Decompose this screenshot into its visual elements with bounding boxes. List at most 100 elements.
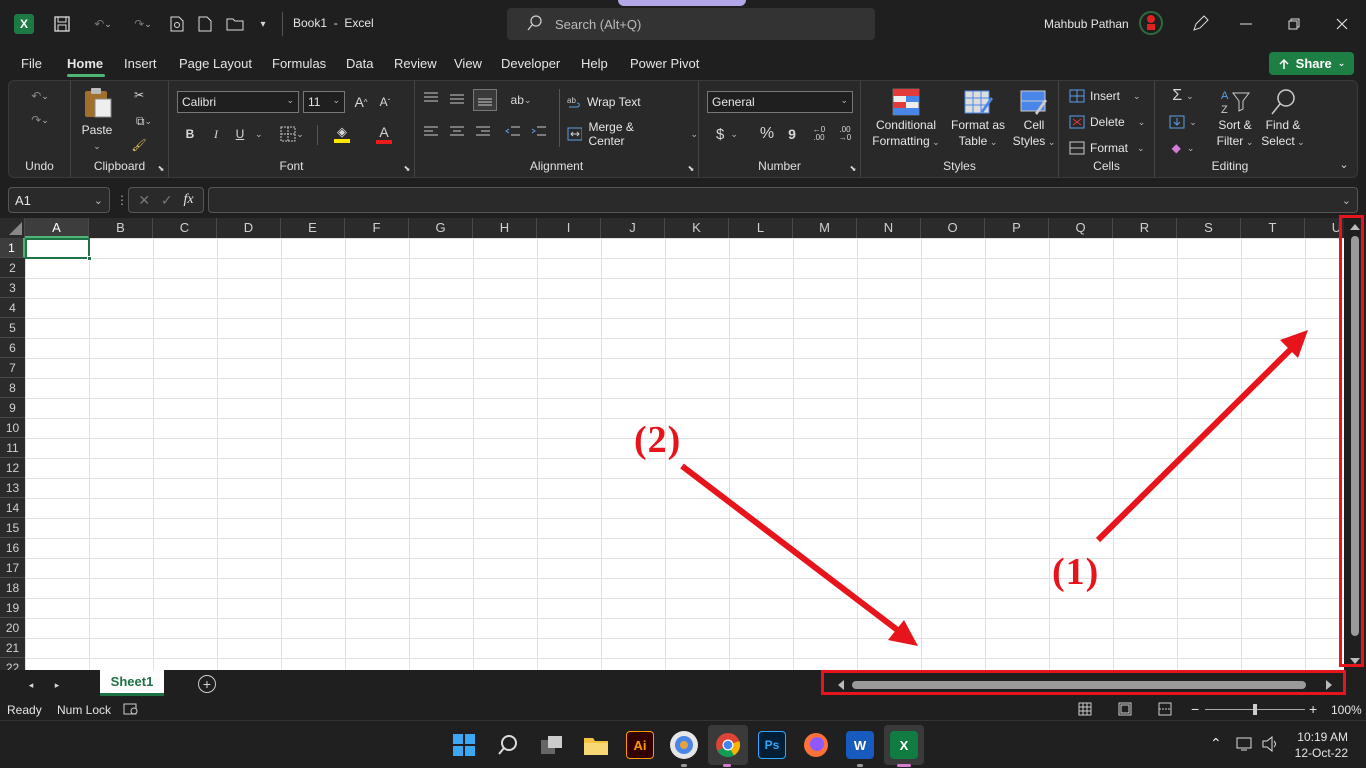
file-explorer-icon[interactable] bbox=[582, 731, 610, 759]
decrease-decimal-icon[interactable]: .00 →0 bbox=[835, 125, 855, 143]
decrease-font-icon[interactable]: Aˇ bbox=[375, 93, 395, 111]
tab-file[interactable]: File bbox=[21, 56, 42, 71]
increase-indent-icon[interactable] bbox=[531, 125, 551, 143]
worksheet-grid[interactable]: ABCDEFGHIJKLMNOPQRSTU 1 2 3 4 5 6 7 8 9 10 11 12 13 1… bbox=[0, 218, 1366, 670]
page-break-view-icon[interactable] bbox=[1158, 702, 1172, 719]
format-cells-button[interactable]: Format ⌄ bbox=[1069, 139, 1145, 157]
formula-bar-grip[interactable]: ⋮ bbox=[116, 193, 128, 207]
search-box[interactable]: Search (Alt+Q) bbox=[507, 8, 875, 40]
zoom-slider[interactable] bbox=[1205, 704, 1305, 715]
tab-help[interactable]: Help bbox=[581, 56, 608, 71]
align-top-icon[interactable] bbox=[423, 91, 443, 109]
alignment-launcher-icon[interactable]: ⬊ bbox=[686, 163, 696, 173]
tab-insert[interactable]: Insert bbox=[124, 56, 157, 71]
sort-filter-button[interactable]: AZ Sort & Filter ⌄ bbox=[1211, 87, 1259, 151]
undo-icon[interactable]: ↶ ⌄ bbox=[88, 14, 118, 34]
normal-view-icon[interactable] bbox=[1078, 702, 1092, 719]
align-center-icon[interactable] bbox=[449, 125, 469, 143]
clipboard-launcher-icon[interactable]: ⬊ bbox=[156, 163, 166, 173]
format-as-table-button[interactable]: Format as Table ⌄ bbox=[949, 87, 1007, 151]
formula-input[interactable]: ⌄ bbox=[208, 187, 1358, 213]
underline-button[interactable]: U bbox=[231, 125, 249, 143]
photo-app-icon[interactable] bbox=[670, 731, 698, 759]
font-size-select[interactable]: 11 ⌄ bbox=[303, 91, 345, 113]
pen-icon[interactable] bbox=[1190, 14, 1210, 34]
copy-icon[interactable]: ⧉ ⌄ bbox=[127, 111, 161, 131]
chrome-icon[interactable] bbox=[714, 731, 742, 759]
volume-icon[interactable] bbox=[1262, 735, 1280, 755]
align-middle-icon[interactable] bbox=[449, 91, 469, 109]
increase-font-icon[interactable]: A ^ bbox=[351, 93, 371, 111]
borders-icon[interactable]: ⌄ bbox=[275, 125, 309, 143]
tab-formulas[interactable]: Formulas bbox=[272, 56, 326, 71]
paste-button[interactable]: Paste ⌄ bbox=[79, 85, 115, 151]
enter-icon[interactable]: ✓ bbox=[161, 192, 173, 209]
orientation-icon[interactable]: ab ⌄ bbox=[505, 91, 537, 109]
autosum-icon[interactable]: Σ ⌄ bbox=[1167, 87, 1199, 105]
taskbar-search-icon[interactable] bbox=[494, 731, 522, 759]
scroll-tabs-right-icon[interactable]: ▸ bbox=[50, 678, 64, 692]
italic-button[interactable]: I bbox=[207, 125, 225, 143]
user-name[interactable]: Mahbub Pathan bbox=[1044, 17, 1129, 31]
new-file-icon[interactable] bbox=[196, 14, 214, 34]
tab-developer[interactable]: Developer bbox=[501, 56, 560, 71]
clock[interactable]: 10:19 AM 12-Oct-22 bbox=[1292, 729, 1348, 761]
percent-button[interactable]: % bbox=[757, 125, 777, 143]
page-layout-view-icon[interactable] bbox=[1118, 702, 1132, 719]
clear-icon[interactable]: ◆ ⌄ bbox=[1167, 139, 1199, 157]
align-right-icon[interactable] bbox=[475, 125, 495, 143]
photoshop-icon[interactable]: Ps bbox=[758, 731, 786, 759]
align-bottom-icon[interactable] bbox=[473, 89, 497, 111]
close-icon[interactable] bbox=[1332, 14, 1352, 34]
increase-decimal-icon[interactable]: ←0.00 bbox=[809, 125, 829, 143]
minimize-icon[interactable] bbox=[1236, 14, 1256, 34]
illustrator-icon[interactable]: Ai bbox=[626, 731, 654, 759]
fill-icon[interactable]: ⌄ bbox=[1167, 113, 1199, 131]
format-painter-icon[interactable]: 🖌 bbox=[129, 135, 149, 155]
start-icon[interactable] bbox=[450, 731, 478, 759]
number-format-select[interactable]: General ⌄ bbox=[707, 91, 853, 113]
cell-styles-button[interactable]: Cell Styles ⌄ bbox=[1011, 87, 1057, 151]
merge-center-button[interactable]: Merge & Center ⌄ bbox=[567, 120, 698, 148]
customize-qat-icon[interactable]: ▾ bbox=[254, 14, 272, 34]
collapse-ribbon-icon[interactable]: ⌄ bbox=[1337, 157, 1351, 171]
font-name-select[interactable]: Calibri ⌄ bbox=[177, 91, 299, 113]
tab-review[interactable]: Review bbox=[394, 56, 437, 71]
conditional-formatting-button[interactable]: Conditional Formatting ⌄ bbox=[871, 87, 941, 151]
insert-cells-button[interactable]: Insert ⌄ bbox=[1069, 87, 1141, 105]
accessibility-icon[interactable] bbox=[123, 702, 139, 719]
wrap-text-button[interactable]: ab Wrap Text bbox=[567, 93, 641, 111]
tab-page-layout[interactable]: Page Layout bbox=[179, 56, 252, 71]
restore-icon[interactable] bbox=[1284, 14, 1304, 34]
open-folder-icon[interactable] bbox=[224, 14, 246, 34]
fill-color-icon[interactable]: ◈ bbox=[325, 123, 359, 145]
name-box[interactable]: A1 ⌄ bbox=[8, 187, 110, 213]
redo-button[interactable]: ↷ ⌄ bbox=[23, 111, 57, 129]
share-button[interactable]: Share ⌄ bbox=[1269, 52, 1354, 75]
taskbar-excel-icon[interactable]: X bbox=[890, 731, 918, 759]
cut-icon[interactable]: ✂ bbox=[129, 85, 149, 105]
insert-function-icon[interactable]: fx bbox=[183, 192, 193, 208]
task-view-icon[interactable] bbox=[538, 731, 566, 759]
network-icon[interactable] bbox=[1236, 736, 1254, 755]
align-left-icon[interactable] bbox=[423, 125, 443, 143]
scroll-tabs-left-icon[interactable]: ◂ bbox=[24, 678, 38, 692]
firefox-icon[interactable] bbox=[802, 731, 830, 759]
number-launcher-icon[interactable]: ⬊ bbox=[848, 163, 858, 173]
font-color-icon[interactable]: A bbox=[367, 123, 401, 145]
bold-button[interactable]: B bbox=[181, 125, 199, 143]
currency-button[interactable]: $ ⌄ bbox=[711, 125, 743, 143]
show-hidden-icons[interactable]: ⌃ bbox=[1210, 735, 1222, 752]
undo-button[interactable]: ↶ ⌄ bbox=[23, 87, 57, 105]
word-icon[interactable]: W bbox=[846, 731, 874, 759]
tab-home[interactable]: Home bbox=[67, 56, 103, 71]
font-launcher-icon[interactable]: ⬊ bbox=[402, 163, 412, 173]
zoom-in-icon[interactable]: + bbox=[1309, 701, 1317, 717]
zoom-slider-thumb[interactable] bbox=[1253, 704, 1257, 715]
redo-icon[interactable]: ↷ ⌄ bbox=[128, 14, 158, 34]
cancel-icon[interactable]: ✕ bbox=[138, 192, 150, 209]
tab-data[interactable]: Data bbox=[346, 56, 373, 71]
find-select-button[interactable]: Find & Select ⌄ bbox=[1261, 87, 1305, 151]
sheet-tab-sheet1[interactable]: Sheet1 bbox=[100, 670, 164, 696]
avatar[interactable] bbox=[1138, 10, 1164, 36]
